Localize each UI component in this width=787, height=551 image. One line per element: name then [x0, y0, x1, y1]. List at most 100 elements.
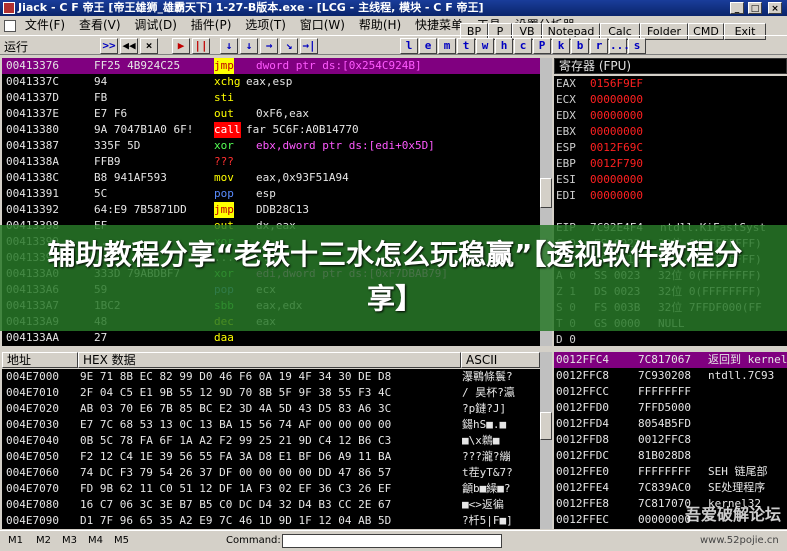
- disasm-row[interactable]: 00413380 9A 7047B1A0 6F! call far 5C6F:A0B1…: [2, 122, 540, 138]
- memory-tab-m3[interactable]: M3: [62, 531, 77, 550]
- stack-row[interactable]: 0012FFD4 8054B5FD: [554, 416, 787, 432]
- disassembly-scroll-thumb[interactable]: [540, 178, 552, 208]
- dump-row[interactable]: 004E7010 2F 04 C5 E1 9B 55 12 9D 70 8B 5F…: [2, 385, 540, 401]
- register-value: 0156F9EF: [590, 77, 643, 90]
- step-over-button[interactable]: ↓: [240, 38, 258, 54]
- stack-value: 0012FFC8: [638, 433, 691, 446]
- register-row[interactable]: EDI 00000000: [554, 188, 787, 204]
- stack-pane[interactable]: 0012FFC4 7C817067 返回到 kernel 0012FFC8 7C9302…: [554, 352, 787, 529]
- dump-row[interactable]: 004E7080 16 C7 06 3C 3E B7 B5 C0 DC D4 32…: [2, 497, 540, 513]
- breakpoints-button[interactable]: b: [571, 38, 589, 54]
- disasm-row[interactable]: 0041338C B8 941AF593 mov eax,0x93F51A94: [2, 170, 540, 186]
- dump-row[interactable]: 004E7020 AB 03 70 E6 7B 85 BC E2 3D 4A 5D…: [2, 401, 540, 417]
- cpu-button[interactable]: c: [514, 38, 532, 54]
- execute-till-return-button[interactable]: →|: [300, 38, 318, 54]
- register-row[interactable]: EDX 00000000: [554, 108, 787, 124]
- source-button[interactable]: s: [628, 38, 646, 54]
- stack-address: 0012FFD0: [556, 401, 609, 414]
- disasm-row[interactable]: 0041337E E7 F6 out 0xF6,eax: [2, 106, 540, 122]
- minimize-button[interactable]: _: [730, 2, 744, 14]
- command-input[interactable]: [282, 534, 502, 548]
- references-button[interactable]: r: [590, 38, 608, 54]
- disasm-row[interactable]: 0041338A FFB9???: [2, 154, 540, 170]
- register-row[interactable]: ESI 00000000: [554, 172, 787, 188]
- trace-into-button[interactable]: →: [260, 38, 278, 54]
- dump-row[interactable]: 004E7040 0B 5C 78 FA 6F 1A A2 F2 99 25 21…: [2, 433, 540, 449]
- dump-col-address[interactable]: 地址: [2, 352, 78, 368]
- disasm-mnemonic: xor: [214, 139, 234, 152]
- run-button[interactable]: ▶: [172, 38, 190, 54]
- maximize-button[interactable]: □: [748, 2, 762, 14]
- disasm-row[interactable]: 0041337D FB sti: [2, 90, 540, 106]
- disasm-row[interactable]: 00413376 FF25 4B924C25 jmp dword ptr ds:[0x…: [2, 58, 540, 74]
- memory-tab-m1[interactable]: M1: [8, 531, 23, 550]
- register-row[interactable]: ESP 0012F69C: [554, 140, 787, 156]
- stack-row[interactable]: 0012FFC4 7C817067 返回到 kernel: [554, 352, 787, 368]
- menu-debug[interactable]: 调试(D): [129, 16, 182, 34]
- call-stack-button[interactable]: k: [552, 38, 570, 54]
- menu-plugins[interactable]: 插件(P): [186, 16, 237, 34]
- log-window-button[interactable]: l: [400, 38, 418, 54]
- register-row[interactable]: [554, 204, 787, 220]
- stack-comment: SEH 链尾部: [708, 465, 768, 478]
- disasm-row[interactable]: 004133AA 27 daa: [2, 330, 540, 346]
- disasm-row[interactable]: 00413387 335F 5D xor ebx,dword ptr ds:[edi+…: [2, 138, 540, 154]
- windows-button[interactable]: w: [476, 38, 494, 54]
- close-program-button[interactable]: ×: [140, 38, 158, 54]
- dump-row[interactable]: 004E7050 F2 12 C4 1E 39 56 55 FA 3A D8 E1…: [2, 449, 540, 465]
- menu-window[interactable]: 窗口(W): [295, 16, 350, 34]
- disasm-row[interactable]: 00413392 64:E9 7B5871DD jmp DDB28C13: [2, 202, 540, 218]
- dump-pane[interactable]: 004E7000 9E 71 8B EC 82 99 D0 46 F6 0A 19…: [2, 369, 540, 529]
- dump-scroll-thumb[interactable]: [540, 412, 552, 440]
- menu-view[interactable]: 查看(V): [74, 16, 126, 34]
- memory-tab-m4[interactable]: M4: [88, 531, 103, 550]
- register-row[interactable]: EAX 0156F9EF: [554, 76, 787, 92]
- registers-header[interactable]: 寄存器 (FPU): [554, 58, 787, 74]
- restart-button[interactable]: ◀◀: [120, 38, 138, 54]
- stack-row[interactable]: 0012FFD0 7FFD5000: [554, 400, 787, 416]
- register-row[interactable]: ECX 00000000: [554, 92, 787, 108]
- disasm-row[interactable]: 0041337C 94 xchg eax,esp: [2, 74, 540, 90]
- register-row[interactable]: EBX 00000000: [554, 124, 787, 140]
- disasm-bytes: 9A 7047B1A0 6F!: [94, 123, 194, 136]
- stack-row[interactable]: 0012FFE0 FFFFFFFF SEH 链尾部: [554, 464, 787, 480]
- menu-options[interactable]: 选项(T): [240, 16, 291, 34]
- stack-row[interactable]: 0012FFCC FFFFFFFF: [554, 384, 787, 400]
- threads-button[interactable]: t: [457, 38, 475, 54]
- disasm-bytes: 64:E9 7B5871DD: [94, 203, 187, 216]
- patches-button[interactable]: P: [533, 38, 551, 54]
- register-name: ESI: [556, 173, 576, 186]
- step-into-button[interactable]: ↓: [220, 38, 238, 54]
- register-row[interactable]: EBP 0012F790: [554, 156, 787, 172]
- dump-col-hex[interactable]: HEX 数据: [78, 352, 461, 368]
- dump-row[interactable]: 004E7060 74 DC F3 79 54 26 37 DF 00 00 00…: [2, 465, 540, 481]
- dump-row[interactable]: 004E7070 FD 9B 62 11 C0 51 12 DF 1A F3 02…: [2, 481, 540, 497]
- dump-address: 004E7070: [6, 482, 59, 495]
- dump-row[interactable]: 004E7030 E7 7C 68 53 13 0C 13 BA 15 56 74…: [2, 417, 540, 433]
- memory-tab-m2[interactable]: M2: [36, 531, 51, 550]
- dump-scrollbar[interactable]: [540, 352, 552, 529]
- run-trace-button[interactable]: ...: [609, 38, 630, 54]
- stack-row[interactable]: 0012FFE4 7C839AC0 SE处理程序: [554, 480, 787, 496]
- memory-map-button[interactable]: m: [438, 38, 456, 54]
- disasm-row[interactable]: 00413391 5C pop esp: [2, 186, 540, 202]
- dump-row[interactable]: 004E7000 9E 71 8B EC 82 99 D0 46 F6 0A 19…: [2, 369, 540, 385]
- dump-row[interactable]: 004E7090 D1 7F 96 65 35 A2 E9 7C 46 1D 9D…: [2, 513, 540, 529]
- menu-help[interactable]: 帮助(H): [354, 16, 406, 34]
- open-button[interactable]: >>: [100, 38, 118, 54]
- stack-list: 0012FFC4 7C817067 返回到 kernel 0012FFC8 7C9302…: [554, 352, 787, 528]
- memory-tab-m5[interactable]: M5: [114, 531, 129, 550]
- trace-over-button[interactable]: ↘: [280, 38, 298, 54]
- register-name: EAX: [556, 77, 576, 90]
- stack-row[interactable]: 0012FFD8 0012FFC8: [554, 432, 787, 448]
- menu-file[interactable]: 文件(F): [20, 16, 70, 34]
- handles-button[interactable]: h: [495, 38, 513, 54]
- stack-row[interactable]: 0012FFC8 7C930208 ntdll.7C93: [554, 368, 787, 384]
- pause-button[interactable]: ||: [192, 38, 210, 54]
- register-row[interactable]: D 0: [554, 332, 787, 346]
- dump-col-ascii[interactable]: ASCII: [461, 352, 540, 368]
- modules-button[interactable]: e: [419, 38, 437, 54]
- close-button[interactable]: ×: [768, 2, 782, 14]
- dump-address: 004E7000: [6, 370, 59, 383]
- stack-row[interactable]: 0012FFDC 81B028D8: [554, 448, 787, 464]
